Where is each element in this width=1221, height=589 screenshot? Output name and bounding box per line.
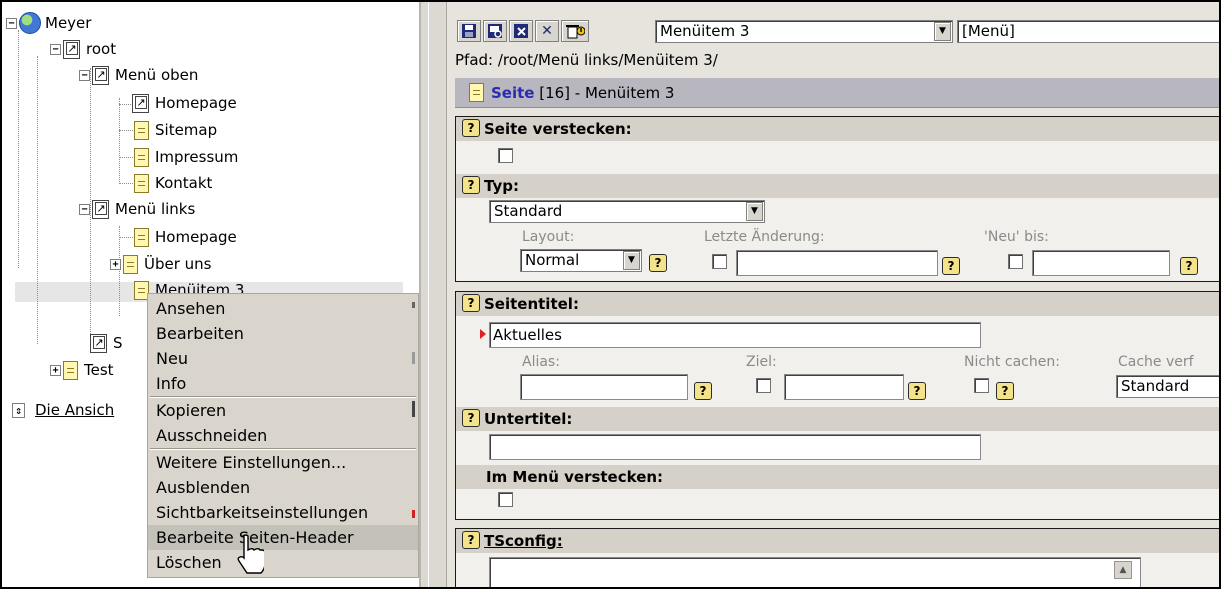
window-frame — [0, 0, 1221, 589]
